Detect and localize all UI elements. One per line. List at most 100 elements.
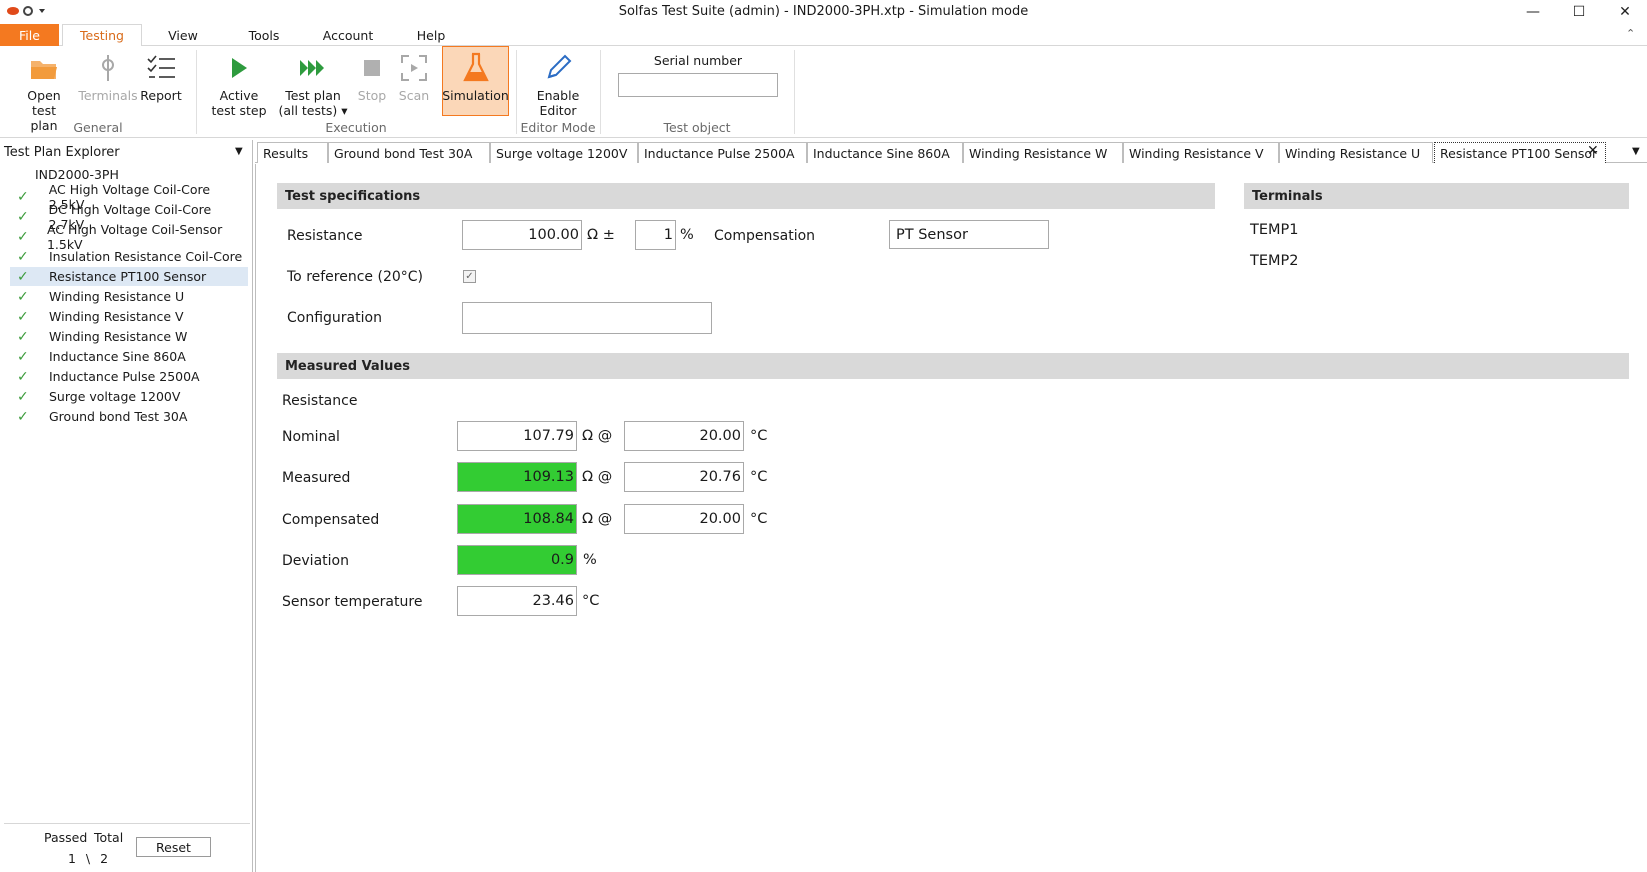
compensation-select[interactable]: PT Sensor	[889, 220, 1049, 249]
folder-icon	[29, 48, 59, 88]
spec-resistance-label: Resistance	[287, 228, 363, 244]
tree-item-label: Inductance Pulse 2500A	[49, 369, 200, 384]
test-specifications-header: Test specifications	[277, 183, 1215, 209]
menu-testing[interactable]: Testing	[62, 24, 142, 47]
tab-resistance-pt100[interactable]: Resistance PT100 Sensor	[1434, 142, 1606, 163]
reset-button[interactable]: Reset	[136, 837, 211, 857]
tab-inductance-pulse[interactable]: Inductance Pulse 2500A	[638, 142, 807, 163]
menu-file[interactable]: File	[0, 24, 59, 46]
ohm-at-unit: Ω @	[582, 469, 613, 485]
terminal-item: TEMP1	[1250, 222, 1299, 238]
spec-resistance-input[interactable]: 100.00	[462, 220, 582, 250]
check-icon: ✓	[17, 348, 29, 365]
minimize-button[interactable]: —	[1510, 0, 1556, 24]
menu-help[interactable]: Help	[408, 24, 454, 46]
configuration-input[interactable]	[462, 302, 712, 334]
tree-item[interactable]: ✓ Ground bond Test 30A	[10, 407, 248, 426]
tree-item[interactable]: ✓ Winding Resistance W	[10, 327, 248, 346]
explorer-dropdown-icon[interactable]: ▼	[235, 146, 243, 157]
tree-item[interactable]: ✓ Winding Resistance U	[10, 287, 248, 306]
stop-label: Stop	[357, 88, 387, 103]
deviation-label: Deviation	[282, 553, 349, 569]
play-icon	[229, 48, 249, 88]
serial-number-input[interactable]	[618, 73, 778, 97]
tolerance-input[interactable]: 1	[635, 220, 676, 250]
compensated-temp: 20.00	[624, 504, 744, 534]
tree-item-label: Ground bond Test 30A	[49, 409, 188, 424]
tab-winding-u[interactable]: Winding Resistance U	[1279, 142, 1433, 163]
total-label: Total	[94, 830, 124, 845]
tree-item[interactable]: ✓ Winding Resistance V	[10, 307, 248, 326]
tab-ground-bond[interactable]: Ground bond Test 30A	[328, 142, 490, 163]
tab-results[interactable]: Results	[257, 142, 328, 163]
tab-overflow-icon[interactable]: ▼	[1632, 146, 1640, 157]
tree-item[interactable]: ✓ Insulation Resistance Coil-Core	[10, 247, 248, 266]
simulation-button[interactable]: Simulation	[442, 48, 509, 103]
active-test-step-label-2: test step	[211, 103, 267, 118]
passed-total-values: 1 \ 2	[68, 851, 109, 866]
ohm-at-unit: Ω @	[582, 511, 613, 527]
celsius-unit: °C	[750, 428, 768, 444]
tree-item[interactable]: ✓ Inductance Pulse 2500A	[10, 367, 248, 386]
menu-account[interactable]: Account	[318, 24, 378, 46]
window-title: Solfas Test Suite (admin) - IND2000-3PH.…	[618, 4, 1029, 19]
check-icon: ✓	[17, 268, 29, 285]
tab-surge-voltage[interactable]: Surge voltage 1200V	[490, 142, 638, 163]
close-window-button[interactable]: ✕	[1602, 0, 1647, 24]
enable-editor-button[interactable]: Enable Editor	[530, 48, 586, 118]
tree-item[interactable]: ✓ AC High Voltage Coil-Sensor 1.5kV	[10, 222, 248, 252]
tree-item-label: Winding Resistance W	[49, 329, 188, 344]
tab-winding-w[interactable]: Winding Resistance W	[963, 142, 1123, 163]
terminals-button[interactable]: Terminals	[78, 48, 138, 103]
compensated-label: Compensated	[282, 512, 380, 528]
pencil-icon	[544, 48, 572, 88]
check-icon: ✓	[17, 408, 29, 425]
group-general-label: General	[73, 120, 123, 135]
sensor-temperature-label: Sensor temperature	[282, 594, 423, 610]
celsius-unit: °C	[750, 511, 768, 527]
measured-values-header: Measured Values	[277, 353, 1629, 379]
tree-item-label: Resistance PT100 Sensor	[49, 269, 207, 284]
tab-winding-v[interactable]: Winding Resistance V	[1123, 142, 1279, 163]
tree-item-label: Surge voltage 1200V	[49, 389, 181, 404]
tab-inductance-sine[interactable]: Inductance Sine 860A	[807, 142, 963, 163]
scan-label: Scan	[398, 88, 430, 103]
collapse-ribbon-icon[interactable]: ⌃	[1626, 27, 1635, 40]
open-test-plan-label-1: Open test	[27, 88, 61, 118]
stop-icon	[363, 48, 381, 88]
ohm-at-unit: Ω @	[582, 428, 613, 444]
terminal-item: TEMP2	[1250, 253, 1299, 269]
check-icon: ✓	[17, 228, 29, 245]
menu-view[interactable]: View	[157, 24, 209, 46]
close-tab-icon[interactable]: ✕	[1587, 143, 1599, 159]
active-test-step-button[interactable]: Active test step	[208, 48, 270, 118]
tree-item-label: Winding Resistance V	[49, 309, 184, 324]
enable-editor-label-2: Editor	[539, 103, 577, 118]
menu-tools[interactable]: Tools	[238, 24, 290, 46]
terminal-probe-icon	[98, 48, 118, 88]
tree-root[interactable]: IND2000-3PH	[35, 167, 119, 182]
check-icon: ✓	[17, 188, 29, 205]
tree-item-label: Winding Resistance U	[49, 289, 185, 304]
configuration-label: Configuration	[287, 310, 382, 326]
percent-unit: %	[680, 227, 694, 243]
report-button[interactable]: Report	[136, 48, 186, 103]
tree-item-selected[interactable]: ✓ Resistance PT100 Sensor	[10, 267, 248, 286]
tree-item[interactable]: ✓ Surge voltage 1200V	[10, 387, 248, 406]
percent-unit: %	[583, 552, 597, 568]
measured-resistance-label: Resistance	[282, 393, 358, 409]
divider	[4, 823, 250, 824]
test-plan-all-button[interactable]: Test plan (all tests) ▾	[278, 48, 348, 118]
nominal-label: Nominal	[282, 429, 340, 445]
compensated-value: 108.84	[457, 504, 577, 534]
sensor-temperature-value: 23.46	[457, 586, 577, 616]
to-reference-checkbox[interactable]: ✓	[463, 270, 476, 283]
maximize-button[interactable]: ☐	[1556, 0, 1602, 24]
group-test-object-label: Test object	[663, 120, 731, 135]
group-editor-mode-label: Editor Mode	[520, 120, 596, 135]
stop-button[interactable]: Stop	[354, 48, 390, 103]
tree-item[interactable]: ✓ Inductance Sine 860A	[10, 347, 248, 366]
nominal-temp: 20.00	[624, 421, 744, 451]
check-icon: ✓	[17, 388, 29, 405]
scan-button[interactable]: Scan	[396, 48, 432, 103]
